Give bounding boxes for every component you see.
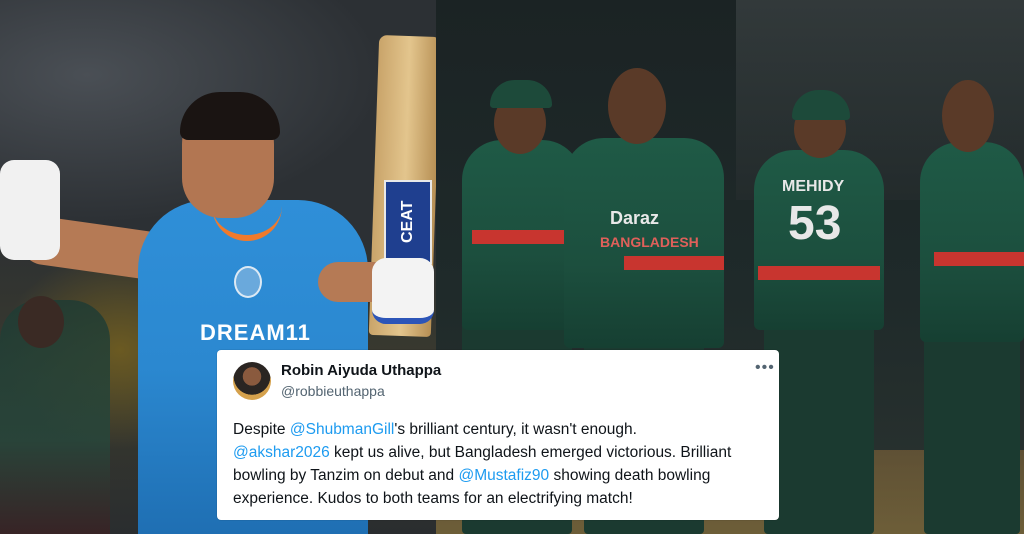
jersey-red-stripe bbox=[934, 252, 1024, 266]
player-cap bbox=[490, 80, 552, 108]
player-head bbox=[942, 80, 994, 152]
jersey-player-name: MEHIDY bbox=[782, 178, 845, 195]
player-head bbox=[608, 68, 666, 144]
tweet-text-segment: 's brilliant century, it wasn't enough. bbox=[394, 421, 637, 438]
jersey-badge bbox=[234, 266, 262, 298]
mention-link-akshar2026[interactable]: @akshar2026 bbox=[233, 444, 330, 461]
screenshot-canvas: CEAT DREAM11 Daraz BANGLADESH MEHIDY 53 … bbox=[0, 0, 1024, 534]
author-avatar[interactable] bbox=[233, 362, 271, 400]
bangladesh-player-4 bbox=[920, 80, 1024, 534]
batting-glove-right bbox=[372, 258, 434, 324]
jersey-red-stripe bbox=[758, 266, 880, 280]
player-trousers bbox=[924, 320, 1020, 534]
tweet-card[interactable]: Robin Aiyuda Uthappa @robbieuthappa ••• … bbox=[217, 350, 779, 520]
jersey-country-text: BANGLADESH bbox=[600, 234, 699, 250]
mention-link-mustafiz90[interactable]: @Mustafiz90 bbox=[458, 467, 549, 484]
background-player-head bbox=[18, 296, 64, 348]
player-trousers bbox=[764, 310, 874, 534]
jersey-sponsor-text: Daraz bbox=[610, 208, 660, 228]
player-cap bbox=[792, 90, 850, 120]
batting-glove-left bbox=[0, 160, 60, 260]
more-horizontal-icon[interactable]: ••• bbox=[755, 360, 775, 376]
jersey-red-stripe bbox=[472, 230, 572, 244]
author-name[interactable]: Robin Aiyuda Uthappa bbox=[281, 362, 441, 379]
tweet-text: Despite @ShubmanGill's brilliant century… bbox=[233, 418, 773, 510]
author-handle[interactable]: @robbieuthappa bbox=[281, 383, 385, 399]
bat-brand-text: CEAT bbox=[399, 200, 416, 244]
jersey-red-stripe bbox=[624, 256, 724, 270]
mention-link-shubmangill[interactable]: @ShubmanGill bbox=[290, 421, 394, 438]
jersey-sponsor-text: DREAM11 bbox=[200, 320, 311, 345]
player-jersey bbox=[920, 142, 1024, 342]
jersey-player-number: 53 bbox=[788, 197, 842, 250]
bat-sponsor-logo: CEAT bbox=[384, 180, 432, 264]
tweet-text-segment: Despite bbox=[233, 421, 290, 438]
